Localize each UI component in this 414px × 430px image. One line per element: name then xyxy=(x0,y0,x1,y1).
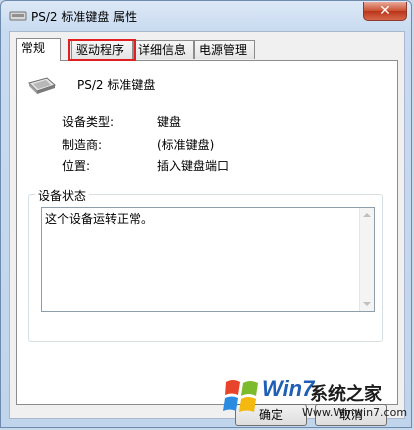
dialog-client: 常规 驱动程序 详细信息 电源管理 PS/2 标准键盘 设备类型: 键盘 制造商… xyxy=(9,31,405,426)
status-scrollbar[interactable] xyxy=(359,208,374,311)
watermark-brand: Win7 xyxy=(262,376,315,401)
keyboard-icon xyxy=(9,11,27,21)
manufacturer-label: 制造商: xyxy=(62,138,103,152)
close-button[interactable]: ✕ xyxy=(363,2,407,21)
device-status-text: 这个设备运转正常。 xyxy=(45,212,154,226)
keyboard-device-icon xyxy=(28,77,56,94)
device-type-value: 键盘 xyxy=(157,115,182,129)
location-value: 插入键盘端口 xyxy=(157,159,230,173)
properties-window: PS/2 标准键盘 属性 ✕ 常规 驱动程序 详细信息 电源管理 PS/2 标准… xyxy=(0,0,412,428)
manufacturer-value: (标准键盘) xyxy=(157,138,215,152)
tab-power-management[interactable]: 电源管理 xyxy=(194,40,255,59)
watermark-name: 系统之家 xyxy=(310,384,382,405)
general-panel: PS/2 标准键盘 设备类型: 键盘 制造商: (标准键盘) 位置: 插入键盘端… xyxy=(16,60,398,405)
location-label: 位置: xyxy=(62,159,91,173)
driver-tab-highlight xyxy=(68,39,136,61)
device-status-textarea[interactable]: 这个设备运转正常。 xyxy=(41,207,375,312)
tab-details[interactable]: 详细信息 xyxy=(133,40,194,59)
windows-logo-icon xyxy=(223,380,258,412)
scroll-down-arrow-icon[interactable] xyxy=(363,302,371,306)
device-status-group: 设备状态 这个设备运转正常。 xyxy=(28,187,383,342)
window-title: PS/2 标准键盘 属性 xyxy=(31,10,138,24)
tab-general[interactable]: 常规 xyxy=(16,38,61,61)
device-name: PS/2 标准键盘 xyxy=(77,78,156,92)
site-watermark: Win7 系统之家 Www.Winwin7.com xyxy=(222,370,412,428)
device-status-title: 设备状态 xyxy=(35,187,90,204)
scroll-up-arrow-icon[interactable] xyxy=(363,213,371,217)
title-bar[interactable]: PS/2 标准键盘 属性 ✕ xyxy=(1,1,413,31)
device-type-label: 设备类型: xyxy=(62,115,115,129)
watermark-url: Www.Winwin7.com xyxy=(302,406,408,419)
